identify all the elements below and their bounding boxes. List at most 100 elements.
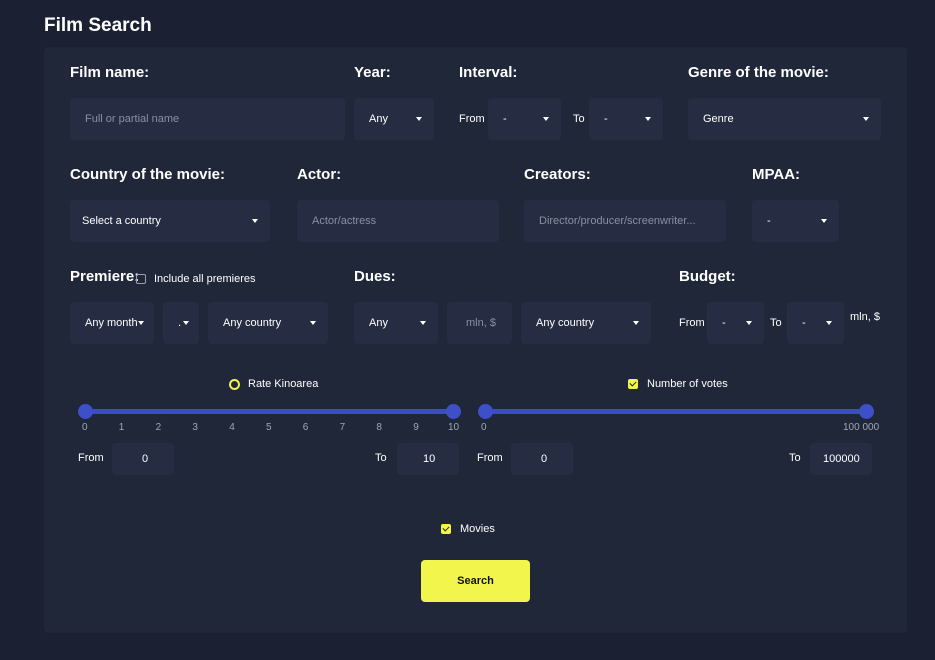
budget-from-label: From: [679, 317, 705, 329]
genre-value: Genre: [703, 113, 734, 125]
chevron-down-icon: [863, 117, 869, 121]
rating-slider-min-handle[interactable]: [78, 404, 93, 419]
rating-tick-3: 3: [192, 422, 198, 433]
dues-country-value: Any country: [536, 317, 595, 329]
rating-slider-track[interactable]: [85, 409, 453, 414]
chevron-down-icon: [543, 117, 549, 121]
votes-slider-min-handle[interactable]: [478, 404, 493, 419]
budget-unit: mln, $: [850, 311, 880, 323]
premiere-day-value: .: [178, 317, 182, 329]
actor-placeholder: Actor/actress: [312, 215, 377, 227]
premiere-month-value: Any month: [85, 317, 138, 329]
premiere-label: Premiere:: [70, 268, 140, 285]
votes-slider-max-handle[interactable]: [859, 404, 874, 419]
rating-tick-4: 4: [229, 422, 235, 433]
chevron-down-icon: [252, 219, 258, 223]
votes-tick-max: 100 000: [843, 422, 880, 433]
rating-tick-1: 1: [118, 422, 125, 433]
rating-tick-5: 5: [266, 422, 272, 433]
rating-to-value: 10: [423, 453, 436, 465]
rating-radio[interactable]: Rate Kinoarea: [229, 378, 318, 390]
rating-tick-2: 2: [155, 422, 162, 433]
search-button[interactable]: Search: [421, 560, 530, 602]
mpaa-value: -: [767, 215, 771, 227]
interval-to-label: To: [573, 113, 585, 125]
year-label: Year:: [354, 64, 391, 81]
interval-label: Interval:: [459, 64, 518, 81]
film-name-input[interactable]: Full or partial name: [70, 98, 345, 140]
movies-checkbox[interactable]: Movies: [441, 523, 495, 535]
rating-tick-10: 10: [448, 422, 460, 433]
chevron-down-icon: [420, 321, 426, 325]
budget-to-value: -: [802, 317, 806, 329]
budget-to-label: To: [770, 317, 782, 329]
country-label: Country of the movie:: [70, 166, 226, 183]
checkbox-icon: [136, 274, 146, 284]
votes-to-input[interactable]: 100000: [810, 443, 872, 475]
interval-to-select[interactable]: -: [589, 98, 663, 140]
rating-slider-max-handle[interactable]: [446, 404, 461, 419]
mpaa-label: MPAA:: [752, 166, 801, 183]
dues-value: Any: [369, 317, 388, 329]
include-premieres-label: Include all premieres: [154, 273, 256, 285]
budget-to-select[interactable]: -: [787, 302, 844, 344]
votes-from-input[interactable]: 0: [511, 443, 573, 475]
mpaa-select[interactable]: -: [752, 200, 839, 242]
interval-to-value: -: [604, 113, 608, 125]
genre-select[interactable]: Genre: [688, 98, 881, 140]
chevron-down-icon: [138, 321, 144, 325]
dues-select[interactable]: Any: [354, 302, 438, 344]
rating-to-input[interactable]: 10: [397, 443, 459, 475]
creators-placeholder: Director/producer/screenwriter...: [539, 215, 696, 227]
votes-from-label: From: [477, 452, 503, 464]
rating-tick-7: 7: [339, 422, 346, 433]
interval-from-select[interactable]: -: [488, 98, 561, 140]
votes-tick-min: 0: [481, 422, 487, 433]
film-name-label: Film name:: [70, 64, 150, 81]
creators-input[interactable]: Director/producer/screenwriter...: [524, 200, 726, 242]
budget-label: Budget:: [679, 268, 736, 285]
votes-label: Number of votes: [647, 378, 728, 390]
chevron-down-icon: [826, 321, 832, 325]
actor-input[interactable]: Actor/actress: [297, 200, 499, 242]
chevron-down-icon: [746, 321, 752, 325]
year-select[interactable]: Any: [354, 98, 434, 140]
actor-label: Actor:: [297, 166, 342, 183]
chevron-down-icon: [416, 117, 422, 121]
rating-to-label: To: [375, 452, 387, 464]
dues-amount-input[interactable]: mln, $: [447, 302, 512, 344]
rating-tick-9: 9: [413, 422, 419, 433]
premiere-country-value: Any country: [223, 317, 282, 329]
country-value: Select a country: [82, 215, 161, 227]
chevron-down-icon: [310, 321, 316, 325]
rating-tick-8: 8: [376, 422, 382, 433]
budget-from-select[interactable]: -: [707, 302, 764, 344]
dues-amount-placeholder: mln, $: [466, 317, 496, 329]
country-select[interactable]: Select a country: [70, 200, 270, 242]
premiere-day-select[interactable]: .: [163, 302, 199, 344]
rating-tick-0: 0: [82, 422, 88, 433]
chevron-down-icon: [821, 219, 827, 223]
rating-label: Rate Kinoarea: [248, 378, 319, 390]
votes-to-label: To: [789, 452, 801, 464]
votes-slider-track[interactable]: [485, 409, 866, 414]
premiere-month-select[interactable]: Any month: [70, 302, 154, 344]
page-title: Film Search: [44, 15, 152, 36]
votes-checkbox[interactable]: Number of votes: [628, 378, 728, 390]
interval-from-value: -: [503, 113, 507, 125]
dues-label: Dues:: [354, 268, 396, 285]
search-panel: Film name: Full or partial name Year: An…: [44, 47, 907, 633]
votes-from-value: 0: [541, 453, 548, 465]
interval-from-label: From: [459, 113, 485, 125]
movies-label: Movies: [460, 523, 495, 535]
rating-from-input[interactable]: 0: [112, 443, 174, 475]
chevron-down-icon: [645, 117, 651, 121]
checkbox-checked-icon: [441, 524, 451, 534]
premiere-country-select[interactable]: Any country: [208, 302, 328, 344]
dues-country-select[interactable]: Any country: [521, 302, 651, 344]
checkbox-checked-icon: [628, 379, 638, 389]
rating-from-label: From: [78, 452, 104, 464]
year-value: Any: [369, 113, 388, 125]
genre-label: Genre of the movie:: [688, 64, 829, 81]
include-premieres-checkbox[interactable]: Include all premieres: [136, 273, 256, 285]
